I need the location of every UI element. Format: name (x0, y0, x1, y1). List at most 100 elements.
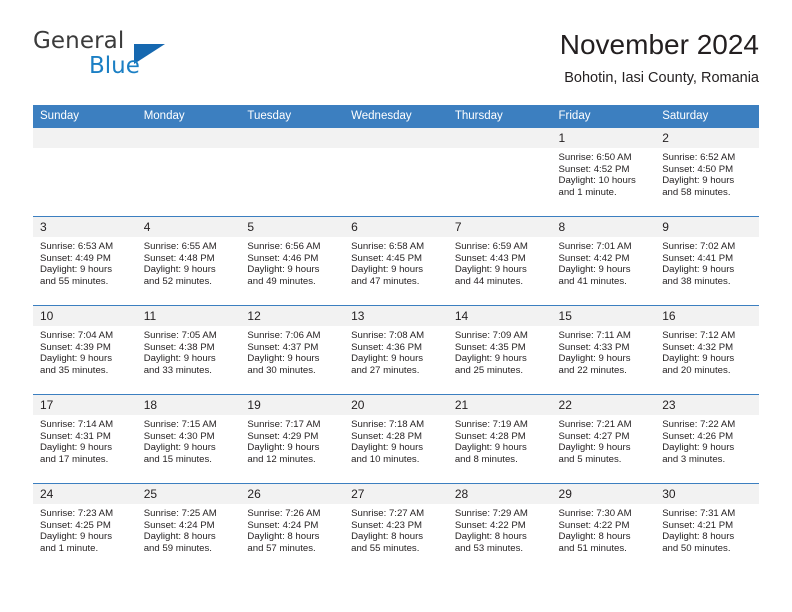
brand-name-blue: Blue (89, 53, 140, 79)
calendar-day-cell[interactable]: 24 Sunrise: 7:23 AM Sunset: 4:25 PM Dayligh… (33, 483, 137, 572)
calendar-day-cell-empty (136, 127, 241, 217)
day-sunrise-line: Sunrise: 6:52 AM (662, 152, 736, 163)
day-daylight1-line: Daylight: 9 hours (454, 442, 527, 454)
day-daylight1-line: Daylight: 9 hours (351, 353, 424, 365)
brand-logo[interactable]: General Blue (33, 28, 263, 90)
calendar-day-cell[interactable]: 14 Sunrise: 7:09 AM Sunset: 4:35 PM Dayligh… (447, 305, 552, 395)
day-number: 13 (344, 306, 448, 326)
calendar-day-cell[interactable]: 12 Sunrise: 7:06 AM Sunset: 4:37 PM Dayligh… (240, 305, 345, 395)
calendar-day-cell[interactable]: 20 Sunrise: 7:18 AM Sunset: 4:28 PM Dayligh… (344, 394, 448, 484)
calendar-day-cell[interactable]: 7 Sunrise: 6:59 AM Sunset: 4:43 PM Daylight… (447, 216, 552, 306)
day-sunrise-line: Sunrise: 7:02 AM (662, 241, 736, 252)
day-sunrise-line: Sunrise: 7:15 AM (143, 419, 217, 430)
brand-name-general: General (33, 28, 125, 54)
calendar-day-cell[interactable]: 17 Sunrise: 7:14 AM Sunset: 4:31 PM Dayligh… (33, 394, 137, 484)
day-sunset-line: Sunset: 4:37 PM (247, 341, 319, 353)
calendar-day-cell[interactable]: 18 Sunrise: 7:15 AM Sunset: 4:30 PM Dayligh… (136, 394, 241, 484)
day-number (33, 128, 137, 148)
day-details: Sunrise: 7:06 AM Sunset: 4:37 PM Daylight:… (240, 326, 344, 376)
day-daylight1-line: Daylight: 8 hours (558, 531, 631, 543)
day-details: Sunrise: 6:56 AM Sunset: 4:46 PM Daylight:… (240, 237, 344, 287)
day-number: 15 (551, 306, 656, 326)
day-daylight1-line: Daylight: 10 hours (558, 175, 636, 187)
calendar-day-cell[interactable]: 22 Sunrise: 7:21 AM Sunset: 4:27 PM Dayligh… (551, 394, 656, 484)
day-details: Sunrise: 6:52 AM Sunset: 4:50 PM Daylight:… (655, 148, 759, 198)
calendar-day-cell-inner: 9 Sunrise: 7:02 AM Sunset: 4:41 PM Daylight… (655, 217, 759, 305)
day-daylight2-line: and 10 minutes. (351, 453, 420, 465)
day-sunset-line: Sunset: 4:35 PM (454, 341, 526, 353)
day-daylight1-line: Daylight: 9 hours (662, 442, 735, 454)
calendar-day-cell[interactable]: 19 Sunrise: 7:17 AM Sunset: 4:29 PM Dayligh… (240, 394, 345, 484)
calendar-day-cell[interactable]: 30 Sunrise: 7:31 AM Sunset: 4:21 PM Dayligh… (655, 483, 759, 572)
day-details: Sunrise: 7:23 AM Sunset: 4:25 PM Daylight:… (33, 504, 137, 554)
day-sunrise-line: Sunrise: 7:04 AM (40, 330, 114, 341)
day-daylight2-line: and 55 minutes. (351, 542, 420, 554)
day-number: 16 (655, 306, 759, 326)
weekday-header-friday: Friday (551, 105, 656, 128)
calendar-day-cell[interactable]: 4 Sunrise: 6:55 AM Sunset: 4:48 PM Daylight… (136, 216, 241, 306)
day-number: 25 (136, 484, 241, 504)
calendar-day-cell[interactable]: 29 Sunrise: 7:30 AM Sunset: 4:22 PM Dayligh… (551, 483, 656, 572)
calendar-day-cell[interactable]: 11 Sunrise: 7:05 AM Sunset: 4:38 PM Dayligh… (136, 305, 241, 395)
day-sunrise-line: Sunrise: 7:29 AM (454, 508, 528, 519)
day-daylight2-line: and 25 minutes. (454, 364, 524, 376)
calendar-day-cell-inner (136, 128, 241, 216)
day-number: 21 (447, 395, 552, 415)
day-number: 3 (33, 217, 137, 237)
calendar-week-row: 10 Sunrise: 7:04 AM Sunset: 4:39 PM Dayligh… (33, 305, 759, 395)
calendar-day-cell[interactable]: 26 Sunrise: 7:26 AM Sunset: 4:24 PM Dayligh… (240, 483, 345, 572)
calendar-day-cell[interactable]: 9 Sunrise: 7:02 AM Sunset: 4:41 PM Daylight… (655, 216, 759, 306)
day-sunset-line: Sunset: 4:39 PM (40, 341, 111, 353)
calendar-day-cell-inner: 12 Sunrise: 7:06 AM Sunset: 4:37 PM Dayligh… (240, 306, 345, 394)
day-daylight2-line: and 30 minutes. (247, 364, 316, 376)
calendar-day-cell-inner: 16 Sunrise: 7:12 AM Sunset: 4:32 PM Dayligh… (655, 306, 759, 394)
day-daylight2-line: and 44 minutes. (454, 275, 524, 287)
day-details: Sunrise: 7:22 AM Sunset: 4:26 PM Daylight:… (655, 415, 759, 465)
day-sunset-line: Sunset: 4:28 PM (454, 430, 526, 442)
day-daylight2-line: and 55 minutes. (40, 275, 109, 287)
day-number: 10 (33, 306, 137, 326)
day-daylight1-line: Daylight: 8 hours (143, 531, 216, 543)
calendar-day-cell[interactable]: 21 Sunrise: 7:19 AM Sunset: 4:28 PM Dayligh… (447, 394, 552, 484)
weekday-header-tuesday: Tuesday (240, 105, 345, 128)
calendar-day-cell[interactable]: 3 Sunrise: 6:53 AM Sunset: 4:49 PM Daylight… (33, 216, 137, 306)
day-sunset-line: Sunset: 4:46 PM (247, 252, 319, 264)
day-number (240, 128, 345, 148)
calendar-day-cell[interactable]: 23 Sunrise: 7:22 AM Sunset: 4:26 PM Dayligh… (655, 394, 759, 484)
day-daylight1-line: Daylight: 9 hours (247, 264, 320, 276)
calendar-day-cell-empty (33, 127, 137, 217)
calendar-day-cell-empty (344, 127, 448, 217)
calendar-day-cell[interactable]: 13 Sunrise: 7:08 AM Sunset: 4:36 PM Dayligh… (344, 305, 448, 395)
calendar-day-cell[interactable]: 27 Sunrise: 7:27 AM Sunset: 4:23 PM Dayligh… (344, 483, 448, 572)
calendar-day-cell[interactable]: 15 Sunrise: 7:11 AM Sunset: 4:33 PM Dayligh… (551, 305, 656, 395)
calendar-day-cell-inner: 6 Sunrise: 6:58 AM Sunset: 4:45 PM Daylight… (344, 217, 448, 305)
day-details: Sunrise: 7:08 AM Sunset: 4:36 PM Daylight:… (344, 326, 448, 376)
day-daylight1-line: Daylight: 9 hours (662, 175, 735, 187)
page-title: November 2024 (559, 29, 759, 60)
day-details: Sunrise: 6:59 AM Sunset: 4:43 PM Daylight:… (448, 237, 552, 287)
day-details: Sunrise: 7:01 AM Sunset: 4:42 PM Daylight:… (552, 237, 656, 287)
weekday-header-thursday: Thursday (447, 105, 552, 128)
day-details: Sunrise: 7:29 AM Sunset: 4:22 PM Daylight:… (448, 504, 552, 554)
day-number: 30 (655, 484, 759, 504)
day-details: Sunrise: 7:26 AM Sunset: 4:24 PM Daylight:… (240, 504, 344, 554)
day-daylight2-line: and 38 minutes. (662, 275, 731, 287)
calendar-day-cell[interactable]: 10 Sunrise: 7:04 AM Sunset: 4:39 PM Dayligh… (33, 305, 137, 395)
day-number: 18 (136, 395, 241, 415)
calendar-day-cell[interactable]: 16 Sunrise: 7:12 AM Sunset: 4:32 PM Dayligh… (655, 305, 759, 395)
day-daylight1-line: Daylight: 9 hours (351, 264, 424, 276)
calendar-day-cell[interactable]: 25 Sunrise: 7:25 AM Sunset: 4:24 PM Dayligh… (136, 483, 241, 572)
calendar-day-cell[interactable]: 1 Sunrise: 6:50 AM Sunset: 4:52 PM Daylight… (551, 127, 656, 217)
calendar-day-cell-inner: 10 Sunrise: 7:04 AM Sunset: 4:39 PM Dayligh… (33, 306, 137, 394)
calendar-day-cell[interactable]: 8 Sunrise: 7:01 AM Sunset: 4:42 PM Daylight… (551, 216, 656, 306)
calendar-day-cell[interactable]: 2 Sunrise: 6:52 AM Sunset: 4:50 PM Daylight… (655, 127, 759, 217)
calendar-day-cell[interactable]: 28 Sunrise: 7:29 AM Sunset: 4:22 PM Dayligh… (447, 483, 552, 572)
day-daylight2-line: and 35 minutes. (40, 364, 109, 376)
day-sunset-line: Sunset: 4:31 PM (40, 430, 111, 442)
calendar-day-cell[interactable]: 6 Sunrise: 6:58 AM Sunset: 4:45 PM Daylight… (344, 216, 448, 306)
day-number: 19 (240, 395, 345, 415)
day-details: Sunrise: 7:25 AM Sunset: 4:24 PM Daylight:… (137, 504, 241, 554)
calendar-day-cell[interactable]: 5 Sunrise: 6:56 AM Sunset: 4:46 PM Daylight… (240, 216, 345, 306)
day-daylight1-line: Daylight: 9 hours (558, 264, 631, 276)
calendar-day-cell-inner: 22 Sunrise: 7:21 AM Sunset: 4:27 PM Dayligh… (551, 395, 656, 483)
